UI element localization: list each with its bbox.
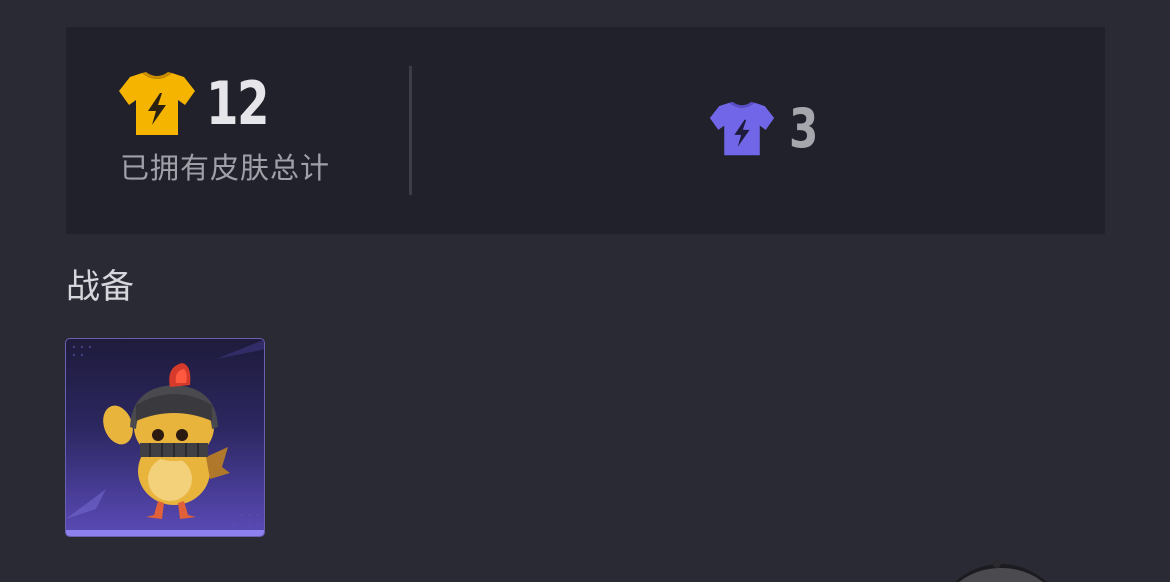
skins-page: 12 已拥有皮肤总计 3 战备 (0, 0, 1170, 582)
rarity-bar (66, 530, 264, 536)
purple-skins-count: 3 (789, 97, 818, 160)
total-skins-stat: 12 已拥有皮肤总计 (118, 71, 330, 185)
chicken-helmet-icon (66, 339, 264, 525)
partial-helmet-icon (955, 560, 1047, 582)
purple-skins-stat: 3 (709, 101, 825, 157)
gold-shirt-lightning-icon (119, 72, 195, 135)
skin-item-card[interactable] (65, 338, 265, 537)
stat-divider (409, 66, 412, 195)
purple-shirt-lightning-icon (709, 101, 775, 156)
total-skins-label: 已拥有皮肤总计 (120, 151, 331, 185)
section-title: 战备 (66, 267, 134, 307)
total-skins-count: 12 (206, 69, 270, 139)
skin-summary-panel: 12 已拥有皮肤总计 3 (66, 27, 1105, 234)
